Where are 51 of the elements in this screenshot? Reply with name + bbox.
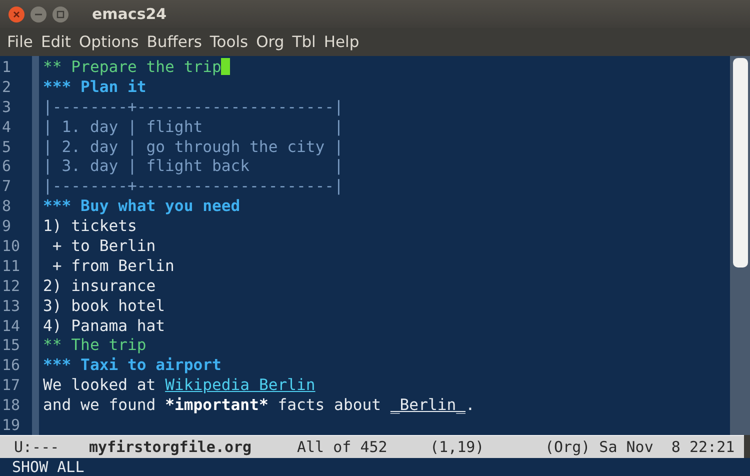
line-number: 17: [1, 376, 22, 394]
code-line: 4) Panama hat: [43, 316, 166, 335]
code-line: *** Plan it: [43, 78, 146, 96]
line-number: 1: [1, 58, 12, 76]
code-line: | 1. day | flight |: [43, 118, 344, 136]
line-number: 4: [1, 118, 12, 136]
line-number: 2: [1, 78, 12, 96]
menu-item[interactable]: Buffers: [146, 33, 202, 51]
line-number: 8: [1, 197, 12, 216]
menu-item[interactable]: Tbl: [292, 33, 316, 51]
code-line: *** Buy what you need: [43, 197, 240, 216]
line-number: 10: [1, 236, 22, 255]
line-number: 5: [1, 138, 12, 156]
line-number: 15: [1, 336, 22, 354]
window-title: emacs24: [92, 5, 167, 23]
line-number: 9: [1, 217, 12, 236]
code-line: 1) tickets: [43, 217, 137, 236]
code-line: | 2. day | go through the city |: [43, 138, 344, 156]
menu-item[interactable]: Org: [256, 33, 284, 51]
minimize-button[interactable]: [30, 6, 47, 22]
code-line: |--------+---------------------|: [43, 98, 344, 116]
code-line: |--------+---------------------|: [43, 177, 344, 196]
code-line: 3) book hotel: [43, 296, 166, 315]
line-number: 14: [1, 316, 22, 335]
line-number: 6: [1, 157, 12, 176]
line-number: 7: [1, 177, 12, 196]
code-line: 2) insurance: [43, 276, 156, 295]
code-line: + from Berlin: [51, 256, 174, 275]
code-line: + to Berlin: [51, 236, 156, 255]
menu-item[interactable]: Help: [324, 33, 360, 51]
line-number: 16: [1, 356, 22, 374]
line-number: 18: [1, 396, 22, 414]
maximize-button[interactable]: [52, 6, 69, 22]
code-line: We looked at Wikipedia Berlin: [43, 376, 316, 394]
code-line: *** Taxi to airport: [43, 356, 222, 374]
scrollbar[interactable]: [730, 56, 750, 435]
menu-item[interactable]: Edit: [40, 33, 71, 51]
code-line: ** The trip: [43, 336, 146, 354]
close-button[interactable]: [8, 6, 25, 22]
code-line: and we found *important* facts about _Berlin_.: [43, 396, 475, 414]
line-number: 19: [1, 416, 22, 434]
menu-item[interactable]: Options: [78, 33, 139, 51]
menu-item[interactable]: File: [7, 33, 33, 51]
line-number: 3: [1, 98, 12, 116]
line-number: 11: [1, 256, 22, 275]
code-line: ** Prepare the trip: [43, 58, 222, 76]
line-number: 12: [1, 276, 22, 295]
menu-item[interactable]: Tools: [210, 33, 248, 51]
line-number: 13: [1, 296, 22, 315]
minibuffer-message: SHOW ALL: [12, 458, 84, 476]
code-line: | 3. day | flight back |: [43, 157, 344, 176]
